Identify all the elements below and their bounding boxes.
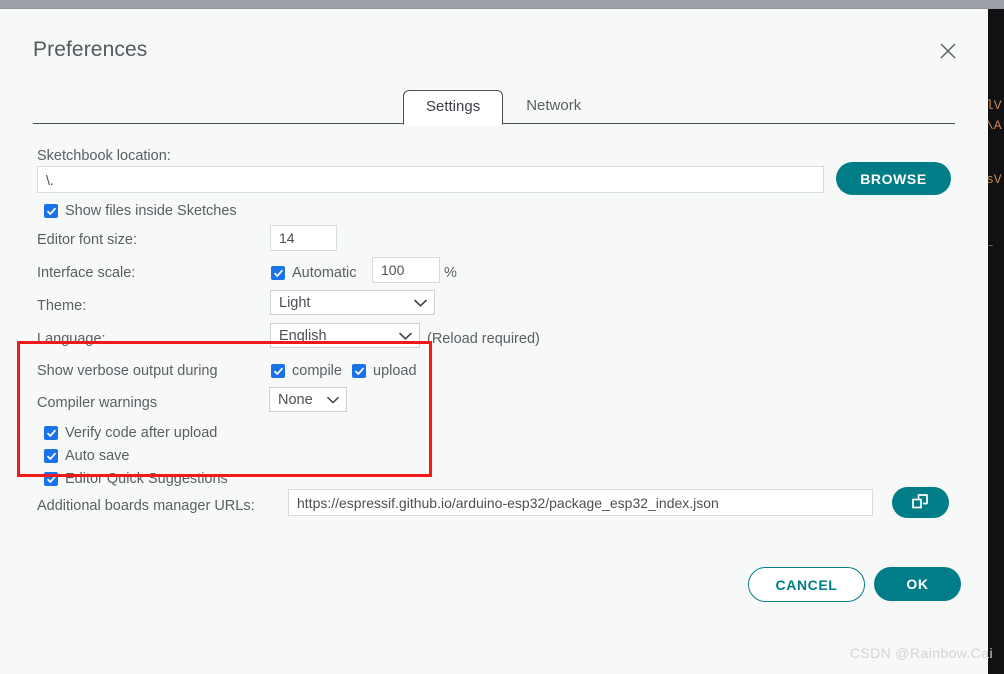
sketchbook-location-label: Sketchbook location: bbox=[37, 147, 171, 164]
compiler-warnings-row: Compiler warnings bbox=[37, 392, 157, 414]
chevron-down-icon bbox=[414, 295, 427, 311]
show-files-inside-sketches-row: Show files inside Sketches bbox=[44, 200, 237, 222]
check-icon bbox=[46, 452, 56, 460]
interface-scale-row: Interface scale: bbox=[37, 262, 135, 284]
compiler-warnings-select[interactable]: None bbox=[269, 387, 347, 412]
editor-font-size-row: Editor font size: bbox=[37, 229, 137, 251]
tab-bar: Settings Network bbox=[33, 89, 955, 125]
chevron-down-icon bbox=[399, 328, 412, 344]
language-reload-note-row: (Reload required) bbox=[427, 328, 540, 350]
screen: lV \A sV – Preferences Settings Network … bbox=[0, 0, 1004, 674]
sketchbook-location-row: Sketchbook location: bbox=[37, 145, 171, 167]
page-title: Preferences bbox=[33, 38, 148, 61]
interface-scale-automatic-checkbox[interactable] bbox=[271, 266, 285, 280]
theme-row: Theme: bbox=[37, 295, 86, 317]
interface-scale-unit: % bbox=[444, 264, 457, 281]
ok-button[interactable]: OK bbox=[874, 567, 961, 601]
additional-boards-value: https://espressif.github.io/arduino-esp3… bbox=[297, 494, 719, 511]
open-window-icon bbox=[911, 492, 930, 514]
ok-button-label: OK bbox=[906, 576, 929, 592]
auto-save-row: Auto save bbox=[44, 445, 130, 467]
additional-boards-open-button[interactable] bbox=[892, 487, 949, 518]
compiler-warnings-label: Compiler warnings bbox=[37, 394, 158, 411]
language-select-value: English bbox=[279, 327, 327, 344]
sketchbook-location-value: \. bbox=[46, 171, 54, 188]
check-icon bbox=[46, 429, 56, 437]
compiler-warnings-value: None bbox=[278, 391, 313, 408]
language-label: Language: bbox=[37, 330, 106, 347]
editor-quick-suggestions-label: Editor Quick Suggestions bbox=[65, 471, 228, 487]
browse-button-label: BROWSE bbox=[860, 170, 927, 187]
background-code-line: \A bbox=[986, 118, 1002, 133]
tab-settings-label: Settings bbox=[426, 98, 481, 115]
verify-code-after-upload-label: Verify code after upload bbox=[65, 425, 218, 441]
additional-boards-row: Additional boards manager URLs: bbox=[37, 495, 255, 517]
interface-scale-automatic: Automatic bbox=[271, 262, 356, 284]
verbose-compile-checkbox[interactable] bbox=[271, 364, 285, 378]
interface-scale-label: Interface scale: bbox=[37, 264, 136, 281]
close-button[interactable] bbox=[935, 38, 961, 64]
cancel-button[interactable]: CANCEL bbox=[748, 567, 865, 602]
language-reload-note: (Reload required) bbox=[427, 330, 540, 347]
language-row: Language: bbox=[37, 328, 106, 350]
editor-quick-suggestions-row: Editor Quick Suggestions bbox=[44, 468, 228, 490]
check-icon bbox=[46, 207, 56, 215]
verify-code-after-upload-checkbox[interactable] bbox=[44, 426, 58, 440]
check-icon bbox=[354, 367, 364, 375]
verbose-output-label: Show verbose output during bbox=[37, 362, 218, 379]
verbose-upload-label: upload bbox=[373, 363, 417, 379]
auto-save-label: Auto save bbox=[65, 448, 130, 464]
window-title-strip bbox=[0, 0, 1004, 9]
check-icon bbox=[46, 475, 56, 483]
theme-select[interactable]: Light bbox=[270, 290, 435, 315]
preferences-dialog: Preferences Settings Network Sketchbook … bbox=[0, 9, 988, 674]
editor-font-size-value: 14 bbox=[279, 230, 295, 246]
sketchbook-location-input[interactable]: \. bbox=[37, 166, 824, 193]
interface-scale-automatic-label: Automatic bbox=[292, 265, 357, 281]
editor-font-size-label: Editor font size: bbox=[37, 231, 137, 248]
theme-label: Theme: bbox=[37, 297, 87, 314]
chevron-down-icon bbox=[327, 392, 339, 408]
tab-network[interactable]: Network bbox=[503, 89, 604, 124]
tab-network-label: Network bbox=[526, 97, 582, 114]
interface-scale-input[interactable]: 100 bbox=[372, 257, 440, 283]
auto-save-checkbox[interactable] bbox=[44, 449, 58, 463]
browse-button[interactable]: BROWSE bbox=[836, 162, 951, 195]
verbose-upload: upload bbox=[352, 360, 417, 382]
background-code-line: lV bbox=[986, 98, 1002, 113]
check-icon bbox=[273, 367, 283, 375]
additional-boards-label: Additional boards manager URLs: bbox=[37, 497, 255, 514]
tab-settings[interactable]: Settings bbox=[403, 90, 504, 125]
language-select[interactable]: English bbox=[270, 323, 420, 348]
verbose-output-row: Show verbose output during bbox=[37, 360, 218, 382]
theme-select-value: Light bbox=[279, 294, 311, 311]
verbose-compile: compile bbox=[271, 360, 342, 382]
interface-scale-unit-row: % bbox=[444, 262, 457, 284]
interface-scale-value: 100 bbox=[381, 262, 405, 278]
background-code-line: sV bbox=[986, 172, 1002, 187]
check-icon bbox=[273, 269, 283, 277]
watermark: CSDN @Rainbow.Cai bbox=[849, 645, 993, 661]
close-icon bbox=[939, 42, 957, 60]
verbose-compile-label: compile bbox=[292, 363, 342, 379]
additional-boards-input[interactable]: https://espressif.github.io/arduino-esp3… bbox=[288, 489, 873, 516]
show-files-inside-sketches-label: Show files inside Sketches bbox=[65, 203, 237, 219]
background-code-line: – bbox=[986, 238, 994, 253]
editor-quick-suggestions-checkbox[interactable] bbox=[44, 472, 58, 486]
editor-font-size-input[interactable]: 14 bbox=[270, 225, 337, 251]
verify-code-after-upload-row: Verify code after upload bbox=[44, 422, 217, 444]
show-files-inside-sketches-checkbox[interactable] bbox=[44, 204, 58, 218]
cancel-button-label: CANCEL bbox=[775, 576, 838, 593]
verbose-upload-checkbox[interactable] bbox=[352, 364, 366, 378]
